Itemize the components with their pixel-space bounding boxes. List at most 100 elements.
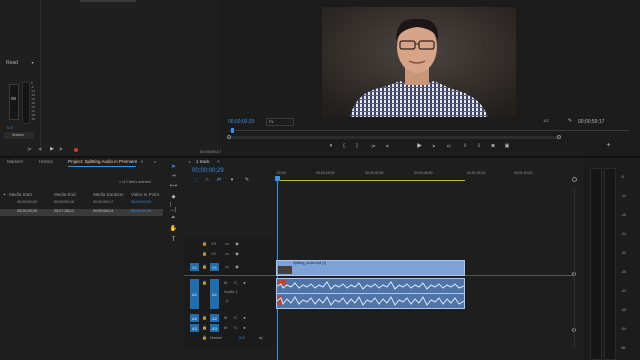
- source-patch-v1[interactable]: V1: [190, 263, 199, 271]
- video-clip[interactable]: Splitting_Audio.mp4 [V]: [276, 260, 465, 276]
- table-row[interactable]: 05;26;39;26 05;27;38;12 00;00;58;14 05;2…: [0, 209, 163, 216]
- panel-menu-icon[interactable]: ≡: [139, 159, 145, 165]
- tab-project[interactable]: Project: Splitting Audio in Premiere: [68, 159, 137, 165]
- lift-icon[interactable]: ⇪: [461, 143, 469, 149]
- track-target-a2[interactable]: A2: [210, 314, 219, 322]
- lock-icon[interactable]: 🔒: [202, 280, 207, 285]
- lock-icon[interactable]: 🔒: [202, 325, 207, 330]
- extract-icon[interactable]: ⇩: [475, 143, 483, 149]
- audio-clip-a1[interactable]: [276, 278, 465, 294]
- column-video-in-point[interactable]: Video In Point: [131, 192, 159, 198]
- track-target-v1[interactable]: V1: [210, 263, 219, 271]
- vertical-scrollbar[interactable]: [574, 188, 575, 348]
- play-icon[interactable]: ▶: [49, 146, 55, 152]
- go-to-in-icon[interactable]: {◂: [26, 146, 32, 152]
- volume-fader[interactable]: [9, 84, 19, 120]
- sync-lock-icon[interactable]: ▭: [224, 251, 230, 256]
- eye-icon[interactable]: ◉: [234, 241, 240, 246]
- nest-icon[interactable]: ⬚: [193, 177, 199, 183]
- lock-icon[interactable]: 🔒: [202, 241, 207, 246]
- tab-history[interactable]: History: [39, 159, 53, 165]
- record-icon[interactable]: [74, 148, 78, 152]
- sequence-menu-icon[interactable]: ≡: [216, 159, 221, 164]
- add-marker-icon[interactable]: ▾: [328, 143, 334, 149]
- track-name[interactable]: V3: [211, 242, 216, 246]
- add-marker-icon[interactable]: ▾: [229, 177, 235, 183]
- column-media-start[interactable]: Media Start: [9, 192, 32, 198]
- track-name[interactable]: V2: [211, 252, 216, 256]
- mic-icon[interactable]: ●: [242, 325, 247, 330]
- hand-tool-icon[interactable]: ✋: [170, 225, 177, 232]
- resolution-fraction[interactable]: 1/2: [543, 119, 549, 123]
- eye-icon[interactable]: ◉: [234, 264, 240, 269]
- close-sequence-icon[interactable]: ×: [187, 159, 192, 164]
- add-button-icon[interactable]: +: [605, 142, 612, 149]
- tab-markers[interactable]: Markers: [7, 159, 23, 165]
- track-select-icon[interactable]: ⇥: [170, 173, 177, 180]
- sync-lock-icon[interactable]: ▭: [224, 264, 230, 269]
- compare-icon[interactable]: ▣: [503, 143, 511, 149]
- snap-icon[interactable]: ∩: [204, 177, 210, 183]
- track-target-a3[interactable]: A3: [210, 324, 219, 332]
- lock-icon[interactable]: 🔒: [202, 335, 207, 340]
- razor-tool-icon[interactable]: ◆: [170, 194, 177, 201]
- mute-button[interactable]: M: [224, 316, 227, 320]
- timeline-settings-icon[interactable]: ✎: [244, 177, 250, 183]
- audio-clip-a1-lower[interactable]: [276, 293, 465, 309]
- time-ruler[interactable]: :00;00 00;00;16;00 00;00;32;00 00;00;48;…: [275, 171, 577, 182]
- program-timecode[interactable]: 00;00;00;29: [228, 120, 254, 125]
- mic-icon[interactable]: ●: [242, 315, 247, 320]
- step-back-icon[interactable]: ◂|: [37, 146, 43, 152]
- lock-icon[interactable]: 🔒: [202, 251, 207, 256]
- go-to-out-icon[interactable]: ▸}: [445, 143, 453, 149]
- master-track-value[interactable]: 0.0: [239, 336, 245, 340]
- wrench-icon[interactable]: ✎: [567, 118, 573, 124]
- solo-button[interactable]: S: [234, 326, 237, 330]
- expand-panel-icon[interactable]: »: [152, 159, 158, 165]
- slip-tool-icon[interactable]: |↔|: [170, 202, 177, 212]
- sequence-tab[interactable]: 1 track: [196, 159, 210, 165]
- step-back-icon[interactable]: ◂|: [384, 143, 390, 149]
- pen-tool-icon[interactable]: ✒: [170, 215, 177, 222]
- work-area-end-marker[interactable]: [572, 177, 577, 182]
- sync-lock-icon[interactable]: ▭: [224, 241, 230, 246]
- work-area-bar[interactable]: [277, 180, 465, 181]
- lock-icon[interactable]: 🔒: [202, 315, 207, 320]
- timeline-timecode[interactable]: 00;00;00;29: [192, 168, 224, 174]
- track-target-a1[interactable]: A1: [210, 279, 219, 309]
- column-media-duration[interactable]: Media Duration: [93, 192, 124, 198]
- solo-button[interactable]: S: [234, 281, 237, 285]
- mark-in-icon[interactable]: {: [341, 143, 347, 149]
- linked-selection-icon[interactable]: ⇄: [216, 177, 222, 183]
- mute-button[interactable]: M: [224, 281, 227, 285]
- playhead-handle[interactable]: [275, 176, 280, 181]
- program-scrub-bar[interactable]: [229, 128, 629, 134]
- source-patch-a3[interactable]: A3: [190, 324, 199, 332]
- mark-out-icon[interactable]: }: [354, 143, 360, 149]
- media-end-cell: 05;27;38;12: [54, 209, 75, 213]
- solo-button[interactable]: S: [234, 316, 237, 320]
- go-to-in-icon[interactable]: {◂: [369, 143, 377, 149]
- selection-tool-icon[interactable]: ➤: [170, 163, 177, 170]
- lock-icon[interactable]: 🔒: [202, 264, 207, 269]
- eye-icon[interactable]: ◉: [234, 251, 240, 256]
- keyframe-nav-icon[interactable]: ◇: [224, 298, 230, 303]
- step-forward-icon[interactable]: |▸: [431, 143, 437, 149]
- mic-icon[interactable]: ●: [242, 280, 247, 285]
- zoom-scrollbar[interactable]: [227, 135, 561, 139]
- source-patch-a2[interactable]: A2: [190, 314, 199, 322]
- step-forward-icon[interactable]: |▸: [58, 146, 64, 152]
- playhead-marker[interactable]: [231, 128, 234, 133]
- play-icon[interactable]: ▶: [416, 142, 423, 149]
- type-tool-icon[interactable]: T: [170, 236, 177, 243]
- table-row[interactable]: 00;00;00;00 00;00;59;16 00;00;59;17 00;0…: [0, 200, 163, 207]
- ripple-edit-icon[interactable]: ⟷: [170, 183, 177, 190]
- read-mode-label[interactable]: Read: [6, 61, 18, 66]
- fit-dropdown[interactable]: Fit: [266, 118, 294, 126]
- go-to-end-icon[interactable]: ▸|: [258, 335, 264, 340]
- source-patch-a1[interactable]: A1: [190, 279, 199, 309]
- mute-button[interactable]: M: [224, 326, 227, 330]
- column-media-end[interactable]: Media End: [54, 192, 76, 198]
- export-frame-icon[interactable]: ◙: [489, 143, 497, 149]
- chevron-down-icon[interactable]: ▾: [30, 60, 35, 65]
